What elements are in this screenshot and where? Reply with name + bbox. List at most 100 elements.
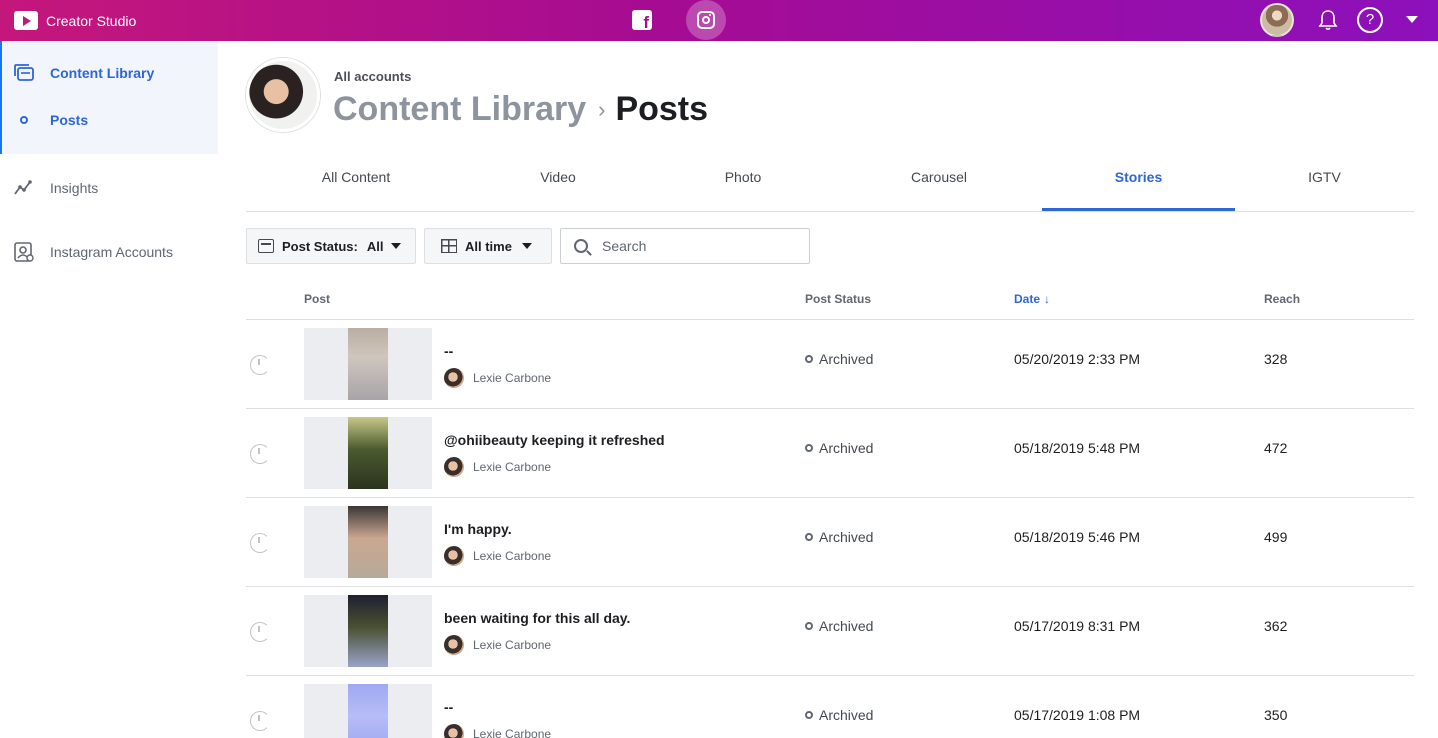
sort-arrow-down-icon: ↓: [1044, 292, 1051, 306]
status-dot-icon: [805, 533, 813, 541]
chevron-down-icon: [521, 243, 532, 249]
account-menu-chevron-down-icon[interactable]: [1406, 16, 1418, 23]
status-text: Archived: [819, 529, 874, 545]
instagram-platform-button[interactable]: [686, 0, 726, 40]
post-title[interactable]: been waiting for this all day.: [444, 610, 630, 626]
status-badge: Archived: [805, 618, 873, 634]
column-post: Post: [304, 292, 331, 306]
tab-carousel[interactable]: Carousel: [836, 160, 1042, 211]
notifications-bell-icon[interactable]: [1318, 9, 1338, 31]
status-dot-icon: [805, 622, 813, 630]
post-author: Lexie Carbone: [444, 457, 551, 477]
accounts-icon: [14, 242, 34, 262]
column-date-label: Date: [1014, 292, 1041, 306]
author-avatar: [444, 368, 464, 388]
post-thumbnail[interactable]: [304, 506, 432, 578]
sidebar-active-section: [0, 41, 218, 154]
post-author: Lexie Carbone: [444, 368, 551, 388]
post-reach: 472: [1264, 440, 1288, 456]
table-row[interactable]: I'm happy. Lexie Carbone Archived 05/18/…: [246, 498, 1414, 587]
facebook-icon: f: [632, 10, 652, 31]
post-status-label: Post Status:: [282, 238, 358, 254]
sidebar-item-label: Content Library: [50, 65, 155, 81]
sidebar-item-label: Instagram Accounts: [50, 244, 173, 260]
search-icon: [574, 239, 588, 253]
status-text: Archived: [819, 440, 874, 456]
author-avatar: [444, 635, 464, 655]
post-status-filter[interactable]: Post Status: All: [246, 228, 416, 264]
account-label[interactable]: All accounts: [334, 69, 411, 84]
table-row[interactable]: -- Lexie Carbone Archived 05/17/2019 1:0…: [246, 676, 1414, 738]
author-avatar: [444, 546, 464, 566]
author-avatar: [444, 457, 464, 477]
date-range-value: All time: [465, 238, 512, 254]
facebook-platform-button[interactable]: f: [622, 0, 662, 40]
post-title[interactable]: --: [444, 343, 453, 359]
tab-stories[interactable]: Stories: [1042, 160, 1235, 211]
post-date: 05/18/2019 5:48 PM: [1014, 440, 1141, 456]
tab-video[interactable]: Video: [466, 160, 650, 211]
status-badge: Archived: [805, 707, 873, 723]
column-post-status: Post Status: [805, 292, 872, 306]
status-text: Archived: [819, 707, 874, 723]
story-archive-clock-icon: [250, 711, 270, 731]
breadcrumb-separator-chevron-right-icon: ›: [598, 96, 606, 122]
story-archive-clock-icon: [250, 355, 270, 375]
status-badge: Archived: [805, 440, 873, 456]
post-title[interactable]: @ohiibeauty keeping it refreshed: [444, 432, 665, 448]
page-title: Posts: [615, 90, 709, 128]
table-row[interactable]: been waiting for this all day. Lexie Car…: [246, 587, 1414, 676]
story-archive-clock-icon: [250, 444, 270, 464]
post-thumbnail[interactable]: [304, 684, 432, 738]
post-reach: 499: [1264, 529, 1288, 545]
author-name: Lexie Carbone: [473, 549, 552, 563]
column-date[interactable]: Date ↓: [1014, 292, 1050, 306]
table-row[interactable]: -- Lexie Carbone Archived 05/20/2019 2:3…: [246, 320, 1414, 409]
search-input[interactable]: [602, 238, 802, 254]
dot-icon: [20, 116, 28, 124]
story-archive-clock-icon: [250, 533, 270, 553]
sidebar-item-label: Posts: [50, 112, 89, 128]
breadcrumb-parent[interactable]: Content Library: [333, 90, 586, 129]
post-status-value: All: [366, 238, 384, 254]
post-date: 05/17/2019 1:08 PM: [1014, 707, 1141, 723]
help-icon[interactable]: ?: [1357, 7, 1383, 33]
top-bar: Creator Studio f ?: [0, 0, 1438, 41]
post-date: 05/20/2019 2:33 PM: [1014, 351, 1141, 367]
table-header: Post Post Status Date ↓ Reach: [246, 280, 1414, 320]
status-dot-icon: [805, 355, 813, 363]
insights-icon: [14, 180, 32, 195]
author-avatar: [444, 724, 464, 738]
app-name: Creator Studio: [46, 12, 137, 29]
post-date: 05/17/2019 8:31 PM: [1014, 618, 1141, 634]
tab-photo[interactable]: Photo: [650, 160, 836, 211]
table-row[interactable]: @ohiibeauty keeping it refreshed Lexie C…: [246, 409, 1414, 498]
content-library-icon: [14, 64, 34, 81]
post-date: 05/18/2019 5:46 PM: [1014, 529, 1141, 545]
tab-igtv[interactable]: IGTV: [1235, 160, 1414, 211]
author-name: Lexie Carbone: [473, 371, 552, 385]
tab-all-content[interactable]: All Content: [246, 160, 466, 211]
date-range-filter[interactable]: All time: [424, 228, 552, 264]
column-reach: Reach: [1264, 292, 1301, 306]
author-name: Lexie Carbone: [473, 727, 552, 738]
chevron-down-icon: [391, 243, 402, 249]
post-thumbnail[interactable]: [304, 417, 432, 489]
post-title[interactable]: I'm happy.: [444, 521, 512, 537]
status-text: Archived: [819, 351, 874, 367]
post-title[interactable]: --: [444, 699, 453, 715]
story-archive-clock-icon: [250, 622, 270, 642]
post-author: Lexie Carbone: [444, 635, 551, 655]
profile-avatar[interactable]: [246, 58, 320, 132]
user-avatar[interactable]: [1260, 3, 1294, 37]
author-name: Lexie Carbone: [473, 638, 552, 652]
status-text: Archived: [819, 618, 874, 634]
post-reach: 362: [1264, 618, 1288, 634]
post-thumbnail[interactable]: [304, 328, 432, 400]
sidebar: Content Library Posts Insights Instagram…: [0, 41, 218, 738]
brand[interactable]: Creator Studio: [14, 0, 136, 41]
breadcrumb: Content Library › Posts: [333, 90, 708, 129]
creator-studio-logo-icon: [14, 11, 38, 30]
post-thumbnail[interactable]: [304, 595, 432, 667]
search-box[interactable]: [560, 228, 810, 264]
